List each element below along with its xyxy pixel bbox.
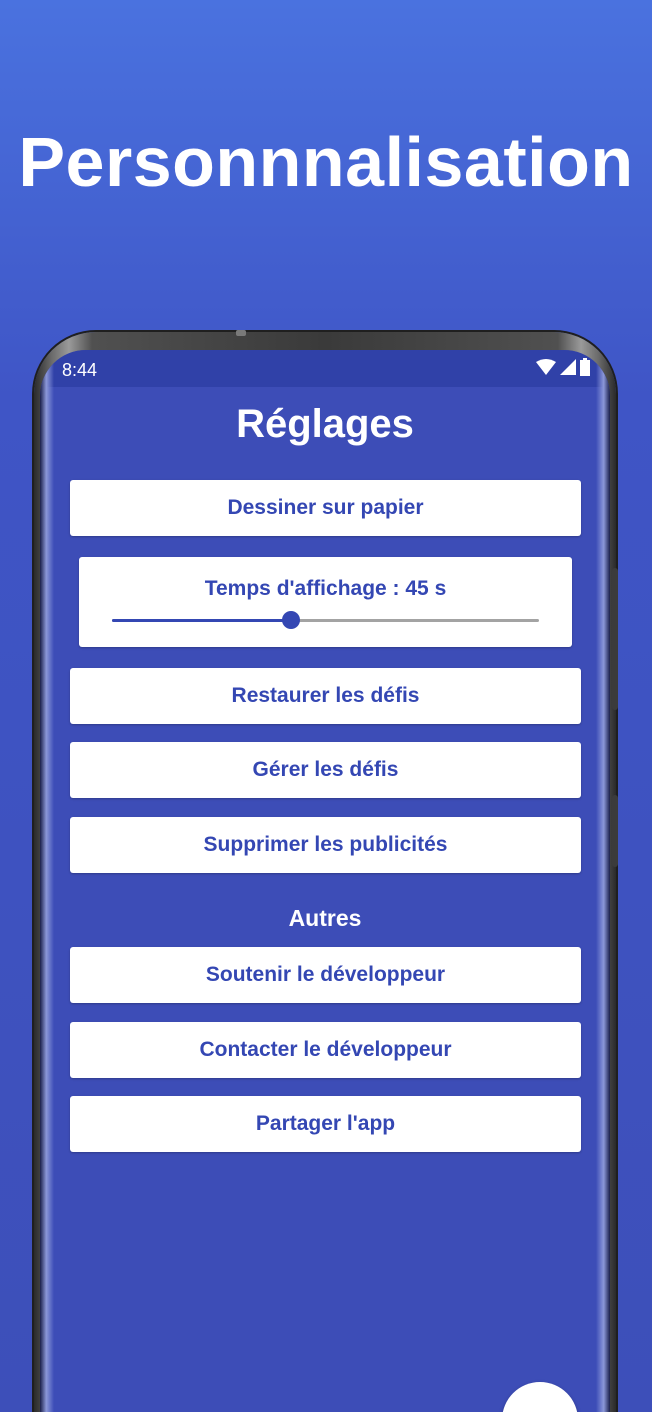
support-developer-button[interactable]: Soutenir le développeur: [70, 947, 581, 1003]
contact-developer-button[interactable]: Contacter le développeur: [70, 1022, 581, 1078]
remove-ads-button[interactable]: Supprimer les publicités: [70, 817, 581, 873]
slider-fill: [112, 619, 292, 622]
status-bar: 8:44: [40, 350, 610, 387]
screen-edge-left: [40, 350, 54, 1412]
phone-screen: 8:44 Réglages Dessiner sur papier Temps …: [40, 350, 610, 1412]
manage-challenges-button[interactable]: Gérer les défis: [70, 742, 581, 798]
settings-title: Réglages: [236, 402, 414, 446]
display-time-label: Temps d'affichage : 45 s: [204, 577, 447, 600]
phone-power-button: [612, 795, 618, 867]
battery-icon: [580, 357, 590, 381]
restore-challenges-button[interactable]: Restaurer les défis: [70, 668, 581, 724]
display-time-slider[interactable]: [112, 611, 539, 629]
screen-edge-right: [596, 350, 610, 1412]
slider-thumb[interactable]: [282, 611, 301, 629]
floating-action-button[interactable]: [502, 1382, 578, 1412]
status-time: 8:44: [62, 360, 98, 380]
wifi-icon: [536, 358, 556, 380]
signal-icon: [560, 358, 576, 380]
status-icons: [536, 357, 590, 381]
display-time-card: Temps d'affichage : 45 s: [79, 557, 572, 647]
promo-title: Personnnalisation: [18, 123, 634, 201]
phone-sensor: [236, 330, 246, 336]
share-app-button[interactable]: Partager l'app: [70, 1096, 581, 1152]
draw-on-paper-button[interactable]: Dessiner sur papier: [70, 480, 581, 536]
others-section-header: Autres: [288, 905, 362, 931]
phone-volume-button: [612, 568, 618, 710]
